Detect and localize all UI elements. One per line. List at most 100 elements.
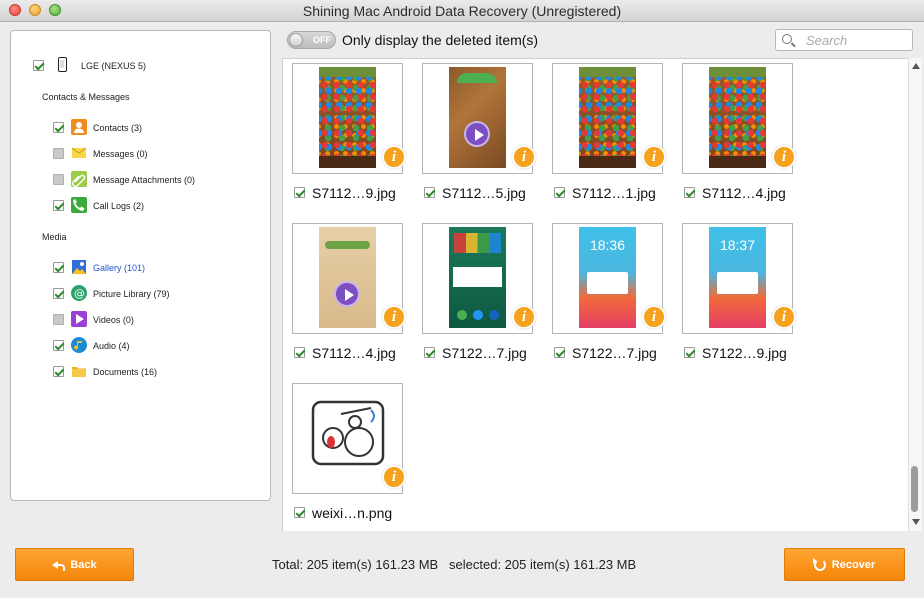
attachments-checkbox[interactable] bbox=[53, 174, 64, 185]
phone-device-icon bbox=[58, 57, 67, 72]
file-checkbox[interactable] bbox=[424, 187, 435, 198]
file-checkbox[interactable] bbox=[294, 507, 305, 518]
info-icon[interactable]: i bbox=[382, 465, 406, 489]
documents-checkbox[interactable] bbox=[53, 366, 64, 377]
scrollbar-thumb[interactable] bbox=[911, 466, 918, 512]
section-title-contacts-messages: Contacts & Messages bbox=[42, 92, 130, 102]
file-checkbox[interactable] bbox=[684, 347, 695, 358]
thumbnail-image bbox=[319, 67, 376, 168]
file-name: S7112…4.jpg bbox=[312, 345, 396, 361]
messages-icon bbox=[71, 145, 87, 161]
file-checkbox[interactable] bbox=[684, 187, 695, 198]
recover-refresh-icon bbox=[812, 557, 826, 571]
contacts-icon bbox=[71, 119, 87, 135]
videos-icon bbox=[71, 311, 87, 327]
sidebar-item-messages[interactable]: Messages (0) bbox=[93, 149, 148, 159]
file-checkbox[interactable] bbox=[294, 187, 305, 198]
gallery-icon bbox=[71, 259, 87, 275]
sidebar-item-message-attachments[interactable]: Message Attachments (0) bbox=[93, 175, 195, 185]
file-item[interactable]: i S7112…4.jpg bbox=[292, 223, 406, 373]
file-item[interactable]: i S7112…1.jpg bbox=[552, 63, 666, 213]
contacts-checkbox[interactable] bbox=[53, 122, 64, 133]
file-item[interactable]: i S7112…4.jpg bbox=[682, 63, 796, 213]
svg-text:@: @ bbox=[74, 287, 85, 300]
file-checkbox[interactable] bbox=[554, 347, 565, 358]
back-button[interactable]: Back bbox=[15, 548, 134, 581]
sidebar-item-gallery[interactable]: Gallery (101) bbox=[93, 263, 145, 273]
info-icon[interactable]: i bbox=[512, 145, 536, 169]
lock-screen-time: 18:36 bbox=[589, 237, 626, 253]
play-icon bbox=[334, 281, 360, 307]
phone-icon bbox=[71, 197, 87, 213]
back-button-label: Back bbox=[70, 558, 97, 571]
grid-scrollbar[interactable] bbox=[908, 58, 922, 531]
file-item[interactable]: 18:36 i S7122…7.jpg bbox=[552, 223, 666, 373]
info-icon[interactable]: i bbox=[642, 145, 666, 169]
attachment-icon bbox=[71, 171, 87, 187]
recover-button[interactable]: Recover bbox=[784, 548, 905, 581]
sidebar-item-contacts[interactable]: Contacts (3) bbox=[93, 123, 142, 133]
info-icon[interactable]: i bbox=[512, 305, 536, 329]
call-logs-checkbox[interactable] bbox=[53, 200, 64, 211]
messages-checkbox[interactable] bbox=[53, 148, 64, 159]
search-icon bbox=[782, 34, 792, 44]
file-name: S7112…4.jpg bbox=[702, 185, 786, 201]
deleted-only-toggle[interactable]: OFF bbox=[287, 31, 336, 49]
toggle-state-label: OFF bbox=[313, 35, 331, 45]
file-name: weixi…n.png bbox=[312, 505, 393, 521]
category-sidebar: LGE (NEXUS 5) Contacts & Messages Contac… bbox=[10, 30, 271, 501]
gallery-checkbox[interactable] bbox=[53, 262, 64, 273]
thumbnail-image: 18:37 bbox=[709, 227, 766, 328]
toggle-knob bbox=[289, 33, 303, 47]
documents-icon bbox=[71, 363, 87, 379]
file-checkbox[interactable] bbox=[424, 347, 435, 358]
play-icon bbox=[464, 121, 490, 147]
scroll-up-arrow-icon[interactable] bbox=[912, 63, 920, 69]
thumbnail-image: 18:36 bbox=[579, 227, 636, 328]
file-item[interactable]: i S7112…5.jpg bbox=[422, 63, 536, 213]
search-input[interactable] bbox=[806, 32, 906, 48]
file-name: S7112…9.jpg bbox=[312, 185, 396, 201]
thumbnail-image bbox=[449, 227, 506, 328]
file-name: S7112…5.jpg bbox=[442, 185, 526, 201]
picture-library-icon: @ bbox=[71, 285, 87, 301]
file-checkbox[interactable] bbox=[554, 187, 565, 198]
sidebar-item-videos[interactable]: Videos (0) bbox=[93, 315, 134, 325]
sidebar-item-picture-library[interactable]: Picture Library (79) bbox=[93, 289, 170, 299]
audio-checkbox[interactable] bbox=[53, 340, 64, 351]
thumbnail-image bbox=[579, 67, 636, 168]
sidebar-item-documents[interactable]: Documents (16) bbox=[93, 367, 157, 377]
file-item[interactable]: i S7112…9.jpg bbox=[292, 63, 406, 213]
file-grid: i S7112…9.jpg i S7112…5.jpg i S7112…1.jp… bbox=[282, 58, 908, 531]
thumbnail-image bbox=[449, 67, 506, 168]
device-label: LGE (NEXUS 5) bbox=[81, 61, 147, 71]
videos-checkbox[interactable] bbox=[53, 314, 64, 325]
file-name: S7122…9.jpg bbox=[702, 345, 787, 361]
file-item[interactable]: 18:37 i S7122…9.jpg bbox=[682, 223, 796, 373]
info-icon[interactable]: i bbox=[772, 145, 796, 169]
search-box[interactable] bbox=[775, 29, 913, 51]
back-arrow-icon bbox=[52, 560, 66, 571]
file-checkbox[interactable] bbox=[294, 347, 305, 358]
info-icon[interactable]: i bbox=[382, 305, 406, 329]
file-item[interactable]: i weixi…n.png bbox=[292, 383, 406, 531]
audio-icon bbox=[71, 337, 87, 353]
file-name: S7122…7.jpg bbox=[442, 345, 527, 361]
thumbnail-image bbox=[319, 227, 376, 328]
info-icon[interactable]: i bbox=[772, 305, 796, 329]
scroll-down-arrow-icon[interactable] bbox=[912, 519, 920, 525]
picture-library-checkbox[interactable] bbox=[53, 288, 64, 299]
file-item[interactable]: i S7122…7.jpg bbox=[422, 223, 536, 373]
thumbnail-image bbox=[311, 400, 385, 466]
info-icon[interactable]: i bbox=[382, 145, 406, 169]
recover-button-label: Recover bbox=[831, 558, 876, 571]
info-icon[interactable]: i bbox=[642, 305, 666, 329]
only-deleted-label: Only display the deleted item(s) bbox=[342, 32, 539, 48]
status-summary: Total: 205 item(s) 161.23 MB selected: 2… bbox=[272, 557, 637, 572]
file-name: S7112…1.jpg bbox=[572, 185, 656, 201]
window-title: Shining Mac Android Data Recovery (Unreg… bbox=[302, 3, 622, 19]
sidebar-item-call-logs[interactable]: Call Logs (2) bbox=[93, 201, 144, 211]
device-checkbox[interactable] bbox=[33, 60, 44, 71]
sidebar-item-audio[interactable]: Audio (4) bbox=[93, 341, 130, 351]
section-title-media: Media bbox=[42, 232, 67, 242]
